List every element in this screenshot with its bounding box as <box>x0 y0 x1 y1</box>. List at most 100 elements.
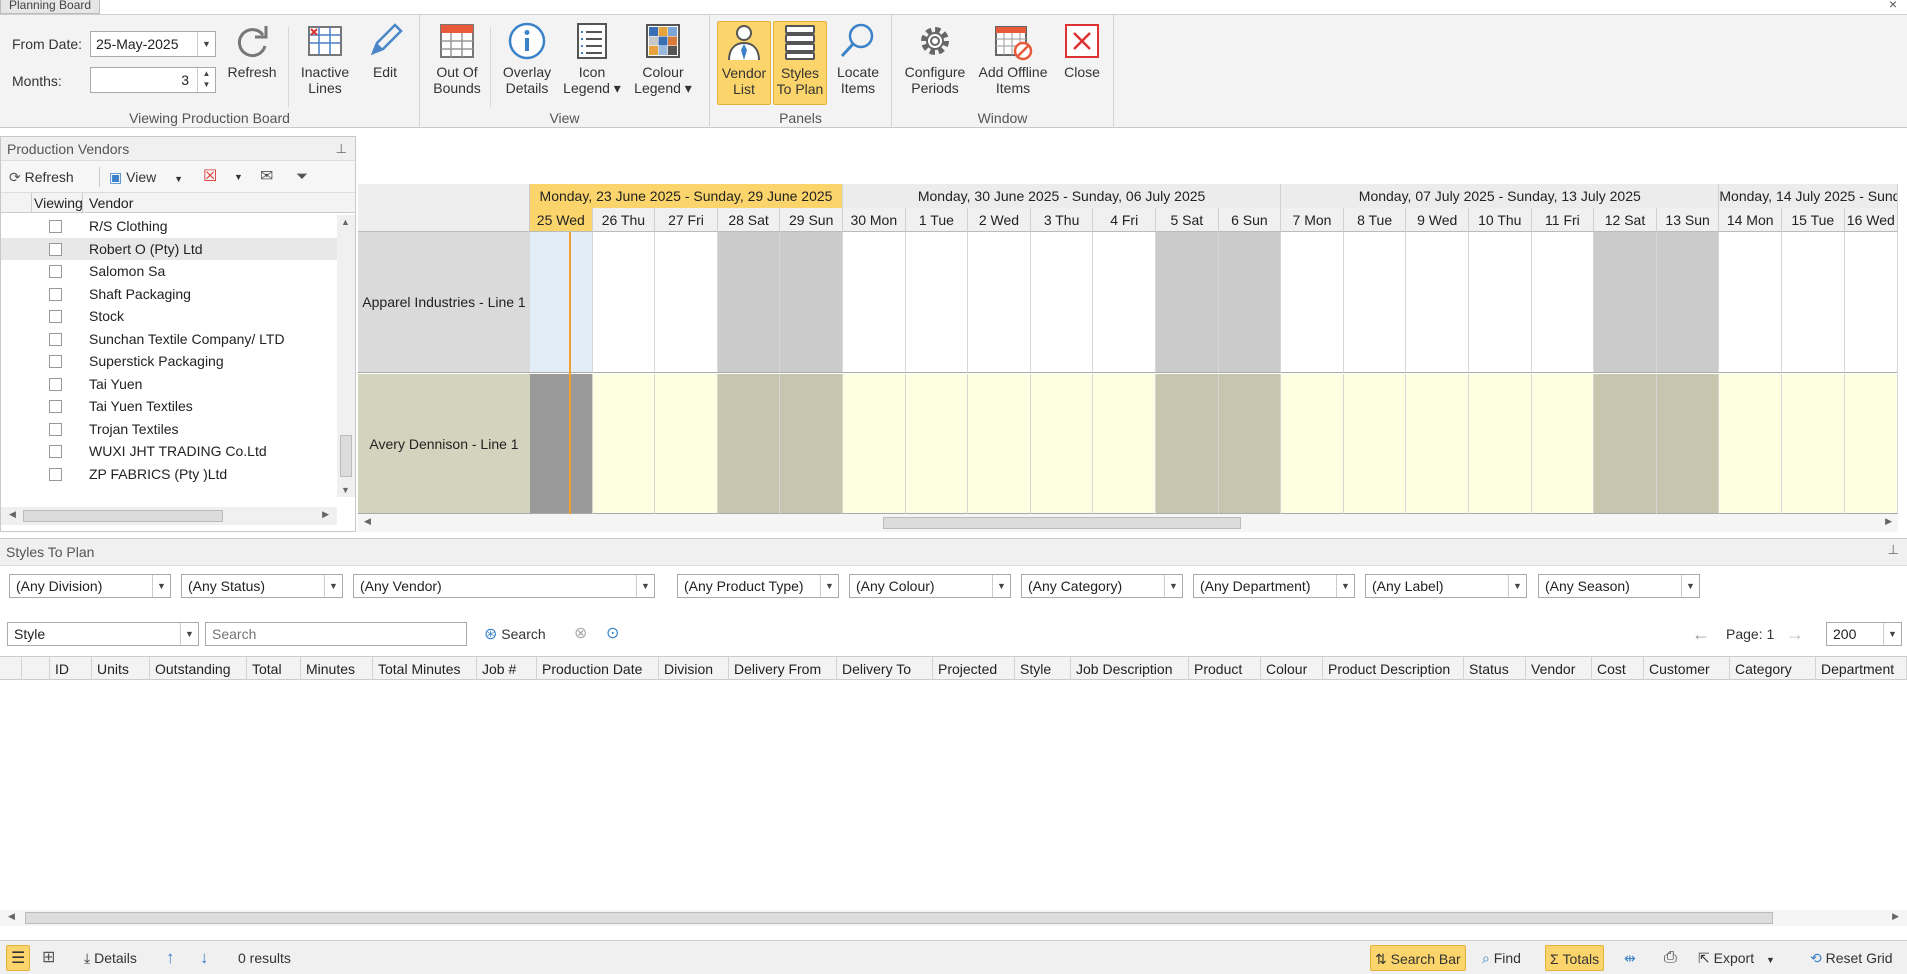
calendar-cell[interactable] <box>968 232 1031 373</box>
calendar-cell[interactable] <box>1093 374 1156 514</box>
grid-column-header[interactable]: Job # <box>477 657 537 681</box>
day-header[interactable]: 15 Tue <box>1782 208 1845 232</box>
styles-to-plan-button[interactable]: Styles To Plan <box>773 21 827 105</box>
calendar-cell[interactable] <box>968 374 1031 514</box>
calendar-cell[interactable] <box>1281 232 1344 373</box>
vendor-list-item[interactable]: Salomon Sa <box>1 260 337 283</box>
filter-dropdown[interactable]: (Any Label) ▼ <box>1365 574 1527 598</box>
chevron-down-icon[interactable]: ▼ <box>820 575 838 597</box>
calendar-cell[interactable] <box>1218 232 1282 373</box>
vendor-list-item[interactable]: Sunchan Textile Company/ LTD <box>1 328 337 351</box>
page-size-select[interactable]: 200 ▼ <box>1826 622 1902 646</box>
chevron-down-icon[interactable]: ▼ <box>234 164 243 190</box>
calendar-cell[interactable] <box>1469 232 1532 373</box>
close-button[interactable]: Close <box>1056 21 1108 80</box>
grid-column-header[interactable]: Projected <box>933 657 1015 681</box>
calendar-cell[interactable] <box>1844 374 1898 514</box>
overlay-details-button[interactable]: Overlay Details <box>496 21 558 96</box>
day-header[interactable]: 3 Thu <box>1030 208 1094 232</box>
chevron-down-icon[interactable]: ▼ <box>1336 575 1354 597</box>
calendar-cell[interactable] <box>1343 374 1407 514</box>
calendar-cell[interactable] <box>1343 232 1407 373</box>
vendor-list-item[interactable]: Trojan Textiles <box>1 418 337 441</box>
calendar-cell[interactable] <box>1406 374 1469 514</box>
filter-dropdown[interactable]: (Any Vendor) ▼ <box>353 574 655 598</box>
calendar-cell[interactable] <box>1030 374 1094 514</box>
calendar-cell[interactable] <box>655 374 718 514</box>
calendar-cell[interactable] <box>1594 232 1657 373</box>
column-fit-icon[interactable]: ⇹ <box>1624 945 1636 971</box>
grid-column-header[interactable]: Minutes <box>301 657 373 681</box>
day-header[interactable]: 7 Mon <box>1281 208 1344 232</box>
filter-dropdown[interactable]: (Any Category) ▼ <box>1021 574 1183 598</box>
viewing-checkbox[interactable] <box>49 400 62 413</box>
calendar-cell[interactable] <box>843 374 906 514</box>
vendor-list-item[interactable]: Tai Yuen Textiles <box>1 395 337 418</box>
grid-column-header[interactable]: Delivery To <box>837 657 933 681</box>
chevron-down-icon[interactable]: ▼ <box>152 575 170 597</box>
day-header[interactable]: 14 Mon <box>1719 208 1782 232</box>
day-header[interactable]: 11 Fri <box>1531 208 1595 232</box>
calendar-cell[interactable] <box>1030 232 1094 373</box>
vendor-list-button[interactable]: Vendor List <box>717 21 771 105</box>
chevron-down-icon[interactable]: ▼ <box>1681 575 1699 597</box>
calendar-cell[interactable] <box>1719 374 1782 514</box>
chevron-down-icon[interactable]: ▼ <box>197 32 215 56</box>
scroll-thumb[interactable] <box>25 912 1773 924</box>
grid-column-header[interactable]: Production Date <box>537 657 659 681</box>
calendar-cell[interactable] <box>1156 232 1219 373</box>
viewing-checkbox[interactable] <box>49 287 62 301</box>
chevron-down-icon[interactable]: ▼ <box>1508 575 1526 597</box>
day-header[interactable]: 26 Thu <box>592 208 656 232</box>
totals-toggle[interactable]: Σ Totals <box>1545 945 1605 971</box>
expand-options-icon[interactable]: ⊙ <box>606 621 619 647</box>
clear-search-icon[interactable]: ⊗ <box>574 621 587 647</box>
vendor-list-item[interactable]: Robert O (Pty) Ltd <box>1 237 337 260</box>
vendor-list-item[interactable]: WUXI JHT TRADING Co.Ltd <box>1 440 337 463</box>
vendor-list-item[interactable]: Superstick Packaging <box>1 350 337 373</box>
col-vendor[interactable]: Vendor <box>89 193 133 213</box>
calendar-cell[interactable] <box>905 232 969 373</box>
vendor-list-vscrollbar[interactable]: ▲ ▼ <box>337 215 355 497</box>
colour-legend-button[interactable]: Colour Legend ▾ <box>628 21 698 96</box>
grid-column-header[interactable]: Total Minutes <box>373 657 477 681</box>
calendar-cell[interactable] <box>843 232 906 373</box>
filter-dropdown[interactable]: (Any Season) ▼ <box>1538 574 1700 598</box>
details-button[interactable]: ⤓ Details <box>84 945 137 971</box>
chevron-down-icon[interactable]: ▼ <box>1164 575 1182 597</box>
grid-column-header[interactable]: Vendor <box>1526 657 1592 681</box>
day-header[interactable]: 28 Sat <box>717 208 781 232</box>
day-header[interactable]: 1 Tue <box>905 208 969 232</box>
col-viewing[interactable]: Viewing <box>31 193 83 213</box>
day-header[interactable]: 8 Tue <box>1343 208 1407 232</box>
calendar-cell[interactable] <box>592 232 656 373</box>
day-header[interactable]: 29 Sun <box>780 208 843 232</box>
day-header[interactable]: 27 Fri <box>655 208 718 232</box>
calendar-cell[interactable] <box>1782 232 1845 373</box>
vendor-list-item[interactable]: Stock <box>1 305 337 328</box>
grid-column-header[interactable]: Customer <box>1644 657 1730 681</box>
locate-items-button[interactable]: Locate Items <box>831 21 885 96</box>
grid-column-header[interactable]: Status <box>1464 657 1526 681</box>
grid-column-header[interactable]: ID <box>50 657 92 681</box>
scroll-thumb[interactable] <box>883 517 1241 529</box>
day-header[interactable]: 13 Sun <box>1656 208 1720 232</box>
calendar-cell[interactable] <box>1281 374 1344 514</box>
filter-icon[interactable]: ⏷ <box>296 164 308 190</box>
calendar-cell[interactable] <box>905 374 969 514</box>
viewing-checkbox[interactable] <box>49 220 62 233</box>
prev-page-icon[interactable]: ← <box>1692 621 1710 647</box>
chevron-down-icon[interactable]: ▼ <box>1883 623 1901 645</box>
calendar-cell[interactable] <box>1156 374 1219 514</box>
calendar-cell[interactable] <box>530 232 593 373</box>
arrow-down-icon[interactable]: ↓ <box>200 945 209 971</box>
search-bar-toggle[interactable]: ⇅ Search Bar <box>1370 945 1466 971</box>
stepper-arrows-icon[interactable]: ▲ ▼ <box>197 68 215 92</box>
viewing-checkbox[interactable] <box>49 332 62 346</box>
day-header[interactable]: 25 Wed <box>530 208 593 232</box>
filter-dropdown[interactable]: (Any Product Type) ▼ <box>677 574 839 598</box>
grid-column-header[interactable]: Delivery From <box>729 657 837 681</box>
out-of-bounds-button[interactable]: Out Of Bounds <box>428 21 486 96</box>
configure-periods-button[interactable]: Configure Periods <box>900 21 970 96</box>
day-header[interactable]: 16 Wed <box>1844 208 1898 232</box>
